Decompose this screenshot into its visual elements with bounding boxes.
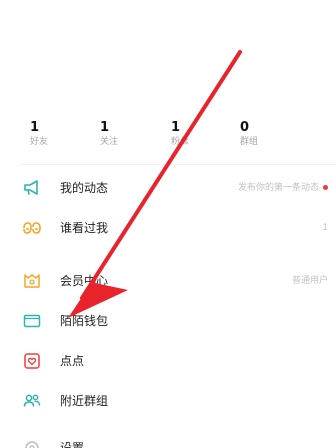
stat-fans-label: 粉丝 (171, 137, 190, 147)
stat-friends[interactable]: 1 好友 (30, 120, 48, 148)
group-icon (22, 391, 42, 411)
profile-page: 1 好友 1 关注 1 粉丝 0 群组 我的动态 发布你的第一条动态 谁看过我 … (0, 0, 336, 448)
heart-card-icon (22, 351, 42, 371)
megaphone-icon (22, 178, 42, 198)
unread-dot (323, 185, 328, 190)
stat-fans[interactable]: 1 粉丝 (171, 120, 189, 148)
stat-fans-count: 1 (171, 120, 181, 135)
stat-groups[interactable]: 0 群组 (240, 120, 258, 148)
visitor-count: 1 (322, 223, 328, 233)
menu-item-dots[interactable]: 点点 (0, 343, 336, 379)
stat-following-count: 1 (100, 120, 110, 135)
menu-item-my-dynamic[interactable]: 我的动态 发布你的第一条动态 (0, 170, 336, 206)
menu-item-visitors[interactable]: 谁看过我 1 (0, 210, 336, 246)
menu-item-member-center[interactable]: 会员中心 普通用户 (0, 263, 336, 299)
stat-following[interactable]: 1 关注 (100, 120, 118, 148)
menu-item-settings[interactable]: 设置 (0, 430, 336, 448)
menu-label: 附近群组 (60, 394, 109, 408)
wallet-icon (22, 311, 42, 331)
stat-groups-count: 0 (240, 120, 250, 135)
menu-label: 我的动态 (60, 181, 109, 195)
menu-item-nearby-groups[interactable]: 附近群组 (0, 383, 336, 419)
menu-label: 设置 (60, 441, 85, 448)
dynamic-hint-text: 发布你的第一条动态 (237, 183, 319, 193)
member-card-icon (22, 271, 42, 291)
eyes-icon (22, 218, 42, 238)
member-level: 普通用户 (291, 276, 328, 286)
menu-label: 谁看过我 (60, 221, 109, 235)
stat-friends-label: 好友 (30, 137, 49, 147)
divider (20, 164, 336, 165)
stats-bar: 1 好友 1 关注 1 粉丝 0 群组 (0, 120, 336, 154)
menu-label: 会员中心 (60, 274, 109, 288)
stat-following-label: 关注 (100, 137, 119, 147)
gear-icon (22, 438, 42, 448)
menu-hint: 发布你的第一条动态 (238, 180, 328, 196)
menu-label: 陌陌钱包 (60, 314, 109, 328)
menu-label: 点点 (60, 354, 85, 368)
stat-groups-label: 群组 (240, 137, 259, 147)
stat-friends-count: 1 (30, 120, 40, 135)
menu-item-wallet[interactable]: 陌陌钱包 (0, 303, 336, 339)
